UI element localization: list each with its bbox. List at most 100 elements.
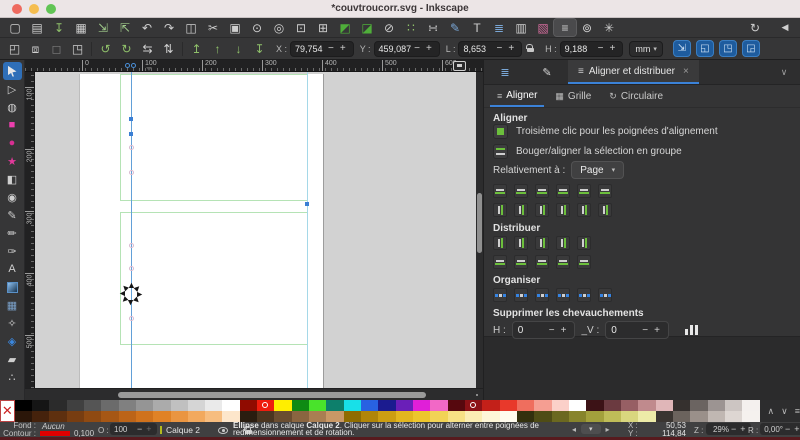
pencil-tool[interactable]: ✎ <box>3 206 22 224</box>
palette-swatch[interactable] <box>83 411 102 422</box>
distribute-equal-horizontal-gaps-button[interactable] <box>556 236 570 250</box>
rotation-value[interactable]: 0,00° <box>763 425 783 434</box>
palette-swatch[interactable] <box>690 400 708 411</box>
h-gap-input[interactable]: 0 − + <box>511 321 576 339</box>
width-increment-button[interactable]: + <box>505 43 517 54</box>
snapping-toggle-icon[interactable]: ↻ <box>744 19 766 36</box>
unlink-clone-icon[interactable]: ⊘ <box>378 19 400 36</box>
height-value[interactable]: 9,188 <box>565 44 595 54</box>
x-decrement-button[interactable]: − <box>325 43 337 54</box>
object-outline[interactable] <box>120 212 308 345</box>
rearrange-graph-button[interactable] <box>493 288 507 302</box>
exchange-stacking-order-button[interactable] <box>535 288 549 302</box>
spiral-tool[interactable]: ◉ <box>3 188 22 206</box>
palette-swatch[interactable] <box>395 400 414 411</box>
palette-swatch[interactable] <box>49 411 67 422</box>
rotate-90-cw-icon[interactable]: ↻ <box>116 40 137 57</box>
palette-swatch[interactable] <box>31 400 50 411</box>
paste-icon[interactable]: ▣ <box>224 19 246 36</box>
palette-swatch[interactable] <box>690 411 708 422</box>
palette-swatch[interactable] <box>274 400 292 411</box>
node-editor-tool[interactable]: ▷ <box>3 80 22 98</box>
tab-align-distribute[interactable]: ≡ Aligner et distribuer × <box>568 60 699 84</box>
tab-circulaire[interactable]: ↻ Circulaire <box>602 86 670 107</box>
no-color-swatch[interactable]: ✕ <box>0 400 15 422</box>
box-3d-tool[interactable]: ◧ <box>3 170 22 188</box>
distribute-bottom-edges-button[interactable] <box>535 255 549 269</box>
dropper-tool[interactable]: ✧ <box>3 314 22 332</box>
print-icon[interactable]: ▦ <box>70 19 92 36</box>
distribute-centers-vertically-button[interactable] <box>514 255 528 269</box>
randomize-positions-button[interactable] <box>577 288 591 302</box>
palette-swatch[interactable] <box>517 400 535 411</box>
v-gap-decrement-button[interactable]: − <box>639 325 651 336</box>
palette-swatch[interactable] <box>205 411 223 422</box>
stroke-color-swatch[interactable] <box>40 430 70 436</box>
palette-swatch[interactable] <box>361 400 379 411</box>
lower-to-bottom-icon[interactable]: ↧ <box>249 40 270 57</box>
ellipse-tool[interactable]: ● <box>3 134 22 152</box>
rotation-input[interactable]: 0,00° − + <box>760 423 800 435</box>
x-increment-button[interactable]: + <box>337 43 349 54</box>
distribute-left-edges-button[interactable] <box>493 236 507 250</box>
palette-swatch[interactable] <box>707 400 725 411</box>
nav-down-button[interactable]: ▾ <box>581 424 601 434</box>
palette-swatch[interactable] <box>534 400 552 411</box>
palette-swatch[interactable] <box>101 400 119 411</box>
tab-aligner[interactable]: ≡ Aligner <box>490 86 545 107</box>
cut-icon[interactable]: ✂ <box>202 19 224 36</box>
x-input[interactable]: 79,754 − + <box>290 40 354 57</box>
redo-icon[interactable]: ↷ <box>158 19 180 36</box>
x-value[interactable]: 79,754 <box>295 44 325 54</box>
save-document-icon[interactable]: ↧ <box>48 19 70 36</box>
flip-horizontal-icon[interactable]: ⇆ <box>137 40 158 57</box>
vertical-scrollbar-handle[interactable] <box>477 193 482 253</box>
nav-left-icon[interactable]: ◂ <box>572 425 576 434</box>
palette-swatch[interactable] <box>187 400 206 411</box>
palette-swatch[interactable] <box>447 400 466 411</box>
guide-line[interactable] <box>307 72 308 388</box>
palette-swatch[interactable] <box>569 411 587 422</box>
fill-stroke-panel-icon[interactable]: ✎ <box>526 60 568 84</box>
object-node[interactable] <box>129 117 133 121</box>
palette-swatch[interactable] <box>187 411 206 422</box>
zoom-input[interactable]: 29% − + <box>706 423 751 435</box>
opacity-input[interactable]: 100 − + <box>110 423 157 435</box>
find-replace-icon[interactable]: ⊚ <box>576 19 598 36</box>
rotate-90-ccw-icon[interactable]: ↺ <box>95 40 116 57</box>
h-gap-decrement-button[interactable]: − <box>546 325 558 336</box>
palette-swatch[interactable] <box>378 400 396 411</box>
palette-swatch[interactable] <box>135 400 154 411</box>
palette-swatch[interactable] <box>66 400 84 411</box>
align-left-to-anchor-right-button[interactable] <box>493 184 507 198</box>
rotation-increment-button[interactable]: + <box>792 424 800 434</box>
width-decrement-button[interactable]: − <box>493 43 505 54</box>
palette-swatch[interactable] <box>638 411 656 422</box>
pen-tool[interactable]: ✏ <box>3 224 22 242</box>
v-gap-increment-button[interactable]: + <box>651 325 663 336</box>
opacity-decrement-button[interactable]: − <box>134 424 145 434</box>
palette-swatch[interactable] <box>603 400 622 411</box>
palette-swatch[interactable] <box>326 400 344 411</box>
zoom-center-page-icon[interactable]: ⊞ <box>312 19 334 36</box>
palette-swatch[interactable] <box>343 400 362 411</box>
palette-swatch[interactable] <box>153 400 171 411</box>
zoom-drawing-icon[interactable]: ◎ <box>268 19 290 36</box>
raise-icon[interactable]: ↑ <box>207 40 228 57</box>
distribute-equal-vertical-gaps-button[interactable] <box>556 255 570 269</box>
palette-swatch[interactable] <box>742 411 760 422</box>
center-on-horizontal-axis-button[interactable] <box>535 203 549 217</box>
align-bottom-to-anchor-top-button[interactable] <box>577 203 591 217</box>
align-right-to-anchor-left-button[interactable] <box>577 184 591 198</box>
calligraphy-tool[interactable]: ✑ <box>3 242 22 260</box>
import-icon[interactable]: ⇲ <box>92 19 114 36</box>
palette-menu-icon[interactable]: ≡ <box>795 406 800 416</box>
palette-swatch[interactable] <box>551 411 570 422</box>
opacity-value[interactable]: 100 <box>114 425 134 434</box>
center-on-vertical-axis-button[interactable] <box>535 184 549 198</box>
new-document-icon[interactable]: ▢ <box>4 19 26 36</box>
palette-swatch[interactable] <box>49 400 67 411</box>
select-all-layers-icon[interactable]: ⧈ <box>25 40 46 57</box>
scale-patterns-toggle[interactable]: ◲ <box>741 40 760 57</box>
palette-swatch[interactable] <box>742 400 760 411</box>
